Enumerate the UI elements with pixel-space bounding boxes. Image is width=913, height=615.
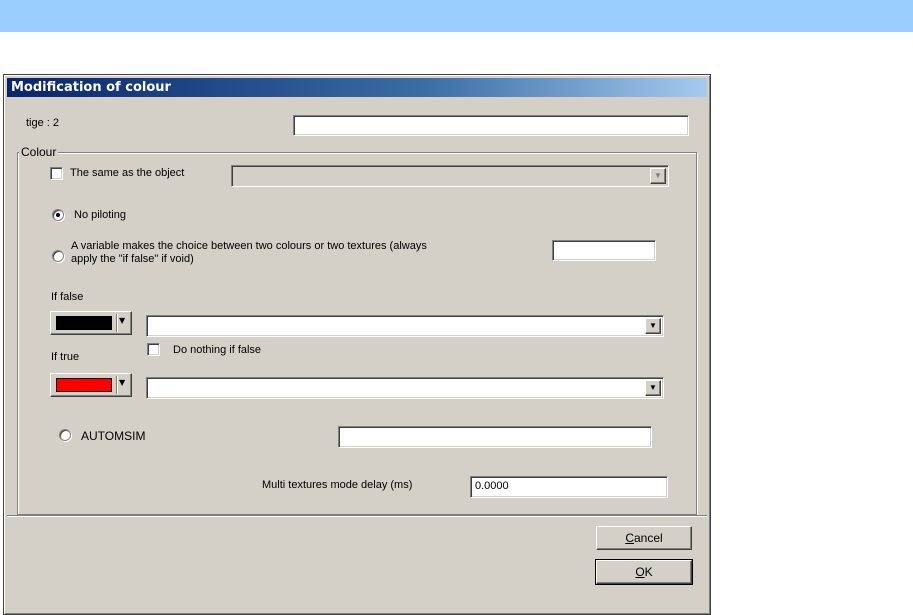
top-banner xyxy=(0,0,913,32)
if-false-label: If false xyxy=(51,291,84,303)
chevron-down-icon: ▼ xyxy=(119,378,126,387)
ok-button[interactable]: OK xyxy=(595,559,693,585)
dialog-title: Modification of colour xyxy=(7,78,707,97)
tige-input[interactable] xyxy=(293,115,689,136)
chevron-down-icon[interactable]: ▼ xyxy=(645,318,661,334)
same-as-object-select[interactable]: ▼ xyxy=(231,165,669,187)
chevron-down-icon[interactable]: ▼ xyxy=(650,168,666,184)
variable-choice-input[interactable] xyxy=(552,240,656,261)
no-piloting-label: No piloting xyxy=(74,209,126,221)
chevron-down-icon: ▼ xyxy=(119,316,126,325)
if-true-color-picker[interactable]: ▼ xyxy=(50,373,132,397)
modification-of-colour-dialog: Modification of colour tige : 2 Colour T… xyxy=(3,74,711,615)
if-true-texture-select[interactable]: ▼ xyxy=(146,377,664,399)
automsim-input[interactable] xyxy=(338,426,652,448)
no-piloting-radio[interactable] xyxy=(52,209,64,221)
if-false-texture-select[interactable]: ▼ xyxy=(146,315,664,337)
colour-group-legend: Colour xyxy=(19,145,59,159)
same-as-object-label: The same as the object xyxy=(70,167,185,179)
if-true-color-swatch xyxy=(56,378,112,392)
multi-textures-delay-label: Multi textures mode delay (ms) xyxy=(262,479,413,491)
variable-choice-label-line2: apply the "if false" if void) xyxy=(71,253,194,265)
tige-label: tige : 2 xyxy=(26,117,60,129)
multi-textures-delay-input[interactable]: 0.0000 xyxy=(470,476,668,498)
do-nothing-if-false-checkbox[interactable] xyxy=(147,343,160,356)
cancel-button[interactable]: Cancel xyxy=(596,526,692,550)
if-false-color-picker[interactable]: ▼ xyxy=(50,311,132,335)
automsim-radio[interactable] xyxy=(59,429,71,441)
chevron-down-icon[interactable]: ▼ xyxy=(645,380,661,396)
variable-choice-radio[interactable] xyxy=(52,250,64,262)
same-as-object-checkbox[interactable] xyxy=(50,167,63,180)
divider xyxy=(7,515,707,517)
if-true-label: If true xyxy=(51,351,80,363)
variable-choice-label-line1: A variable makes the choice between two … xyxy=(71,240,427,252)
automsim-label: AUTOMSIM xyxy=(81,429,146,443)
do-nothing-if-false-label: Do nothing if false xyxy=(173,344,262,356)
if-false-color-swatch xyxy=(56,316,112,330)
